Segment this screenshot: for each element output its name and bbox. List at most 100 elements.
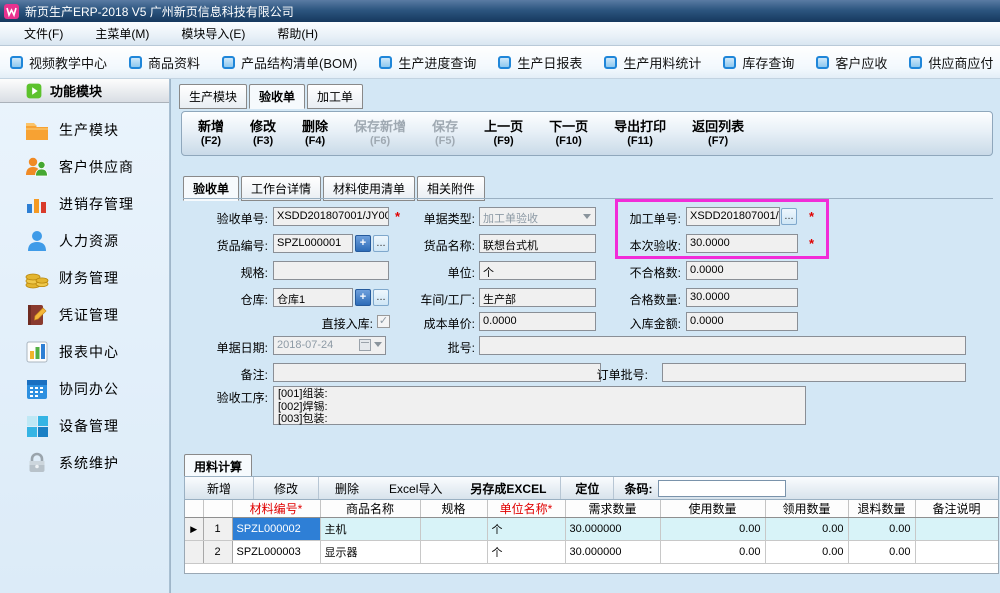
warehouse-add-button[interactable]: +	[355, 289, 371, 306]
row-marker-cell[interactable]	[185, 541, 203, 564]
acceptance-process-textarea[interactable]: [001]组装: [002]焊锡: [003]包装:	[273, 386, 806, 425]
used-qty-cell[interactable]: 0.00	[660, 541, 765, 564]
product-name-cell[interactable]: 显示器	[320, 541, 420, 564]
order-batch-no-field[interactable]	[662, 363, 966, 382]
export-print-button[interactable]: 导出打印(F11)	[614, 119, 666, 149]
menu-module-import[interactable]: 模块导入(E)	[165, 22, 261, 45]
sidebar-item-hr[interactable]: 人力资源	[0, 222, 169, 259]
spec-cell[interactable]	[420, 541, 487, 564]
col-product-name[interactable]: 商品名称	[320, 500, 420, 518]
row-marker-cell[interactable]: ▶	[185, 518, 203, 541]
current-acceptance-field[interactable]: 30.0000	[686, 234, 798, 253]
action-toolbar: 新增(F2) 修改(F3) 删除(F4) 保存新增(F6) 保存(F5) 上一页…	[181, 111, 993, 156]
sidebar-item-system[interactable]: 系统维护	[0, 444, 169, 481]
qualified-qty-field[interactable]: 30.0000	[686, 288, 798, 307]
tab-process-order[interactable]: 加工单	[307, 84, 363, 109]
workshop-label: 车间/工厂:	[371, 291, 475, 308]
unit-cell[interactable]: 个	[487, 541, 565, 564]
calendar-picker-icon[interactable]	[359, 339, 371, 351]
materials-delete-button[interactable]: 删除	[319, 477, 375, 499]
storage-amount-label: 入库金额:	[571, 315, 681, 332]
col-issued-qty[interactable]: 领用数量	[765, 500, 848, 518]
process-order-lookup-button[interactable]: ...	[781, 208, 797, 225]
col-returned-qty[interactable]: 退料数量	[848, 500, 915, 518]
batch-no-field[interactable]	[479, 336, 966, 355]
sidebar-header[interactable]: 功能模块	[0, 79, 169, 103]
quick-daily-report[interactable]: 生产日报表	[498, 53, 582, 72]
menu-file[interactable]: 文件(F)	[8, 22, 79, 45]
edit-button[interactable]: 修改(F3)	[250, 119, 276, 149]
col-unit-name[interactable]: 单位名称*	[487, 500, 565, 518]
quick-payable[interactable]: 供应商应付	[909, 53, 993, 72]
quick-progress-query[interactable]: 生产进度查询	[379, 53, 476, 72]
sidebar-item-reports[interactable]: 报表中心	[0, 333, 169, 370]
quick-stock-query[interactable]: 库存查询	[723, 53, 794, 72]
save-button: 保存(F5)	[432, 119, 458, 149]
menu-main[interactable]: 主菜单(M)	[79, 22, 165, 45]
table-row[interactable]: 2 SPZL000003 显示器 个 30.000000 0.00 0.00 0…	[185, 541, 998, 564]
materials-save-excel-button[interactable]: 另存成EXCEL	[456, 477, 561, 499]
row-number-cell[interactable]: 1	[203, 518, 232, 541]
materials-locate-button[interactable]: 定位	[561, 477, 614, 499]
tab-production-module[interactable]: 生产模块	[179, 84, 247, 109]
next-page-button[interactable]: 下一页(F10)	[549, 119, 588, 149]
back-to-list-button[interactable]: 返回列表(F7)	[692, 119, 744, 149]
spec-label: 规格:	[171, 264, 268, 281]
required-qty-cell[interactable]: 30.000000	[565, 518, 660, 541]
sidebar-item-customers-suppliers[interactable]: 客户供应商	[0, 148, 169, 185]
materials-add-button[interactable]: 新增	[185, 477, 254, 499]
item-add-button[interactable]: +	[355, 235, 371, 252]
storage-amount-field[interactable]: 0.0000	[686, 312, 798, 331]
sidebar-item-production[interactable]: 生产模块	[0, 111, 169, 148]
quick-video-center[interactable]: 视频教学中心	[10, 53, 107, 72]
sidebar-item-voucher[interactable]: 凭证管理	[0, 296, 169, 333]
materials-excel-import-button[interactable]: Excel导入	[375, 477, 456, 499]
quick-product-data[interactable]: 商品资料	[129, 53, 200, 72]
col-remark[interactable]: 备注说明	[915, 500, 998, 518]
col-required-qty[interactable]: 需求数量	[565, 500, 660, 518]
barcode-input[interactable]	[658, 480, 786, 497]
table-row[interactable]: ▶ 1 SPZL000002 主机 个 30.000000 0.00 0.00 …	[185, 518, 998, 541]
remark-cell[interactable]	[915, 518, 998, 541]
sidebar-item-finance[interactable]: 财务管理	[0, 259, 169, 296]
col-material-code[interactable]: 材料编号*	[232, 500, 320, 518]
sidebar-item-office[interactable]: 协同办公	[0, 370, 169, 407]
add-button[interactable]: 新增(F2)	[198, 119, 224, 149]
returned-qty-cell[interactable]: 0.00	[848, 541, 915, 564]
warehouse-field[interactable]: 仓库1	[273, 288, 353, 307]
quick-receivable[interactable]: 客户应收	[816, 53, 887, 72]
quick-material-stats[interactable]: 生产用料统计	[604, 53, 701, 72]
quick-bom[interactable]: 产品结构清单(BOM)	[222, 53, 357, 72]
remark-cell[interactable]	[915, 541, 998, 564]
product-name-cell[interactable]: 主机	[320, 518, 420, 541]
item-code-field[interactable]: SPZL000001	[273, 234, 353, 253]
required-qty-cell[interactable]: 30.000000	[565, 541, 660, 564]
delete-button[interactable]: 删除(F4)	[302, 119, 328, 149]
sidebar-item-equipment[interactable]: 设备管理	[0, 407, 169, 444]
prev-page-button[interactable]: 上一页(F9)	[484, 119, 523, 149]
tab-acceptance-order[interactable]: 验收单	[249, 84, 305, 109]
unit-cell[interactable]: 个	[487, 518, 565, 541]
menu-help[interactable]: 帮助(H)	[261, 22, 334, 45]
sidebar-item-inventory[interactable]: 进销存管理	[0, 185, 169, 222]
material-code-cell[interactable]: SPZL000002	[232, 518, 320, 541]
process-order-no-field[interactable]: XSDD201807001/JG(	[686, 207, 780, 226]
blue-square-icon	[129, 56, 142, 69]
qualified-qty-label: 合格数量:	[571, 291, 681, 308]
materials-edit-button[interactable]: 修改	[254, 477, 319, 499]
issued-qty-cell[interactable]: 0.00	[765, 541, 848, 564]
unqualified-qty-label: 不合格数:	[571, 264, 681, 281]
col-used-qty[interactable]: 使用数量	[660, 500, 765, 518]
unqualified-qty-field[interactable]: 0.0000	[686, 261, 798, 280]
report-chart-icon	[24, 339, 50, 365]
coins-icon	[24, 265, 50, 291]
col-spec[interactable]: 规格	[420, 500, 487, 518]
barcode-label: 条码:	[624, 480, 652, 497]
issued-qty-cell[interactable]: 0.00	[765, 518, 848, 541]
row-number-cell[interactable]: 2	[203, 541, 232, 564]
returned-qty-cell[interactable]: 0.00	[848, 518, 915, 541]
used-qty-cell[interactable]: 0.00	[660, 518, 765, 541]
title-bar: 新页生产ERP-2018 V5 广州新页信息科技有限公司	[0, 0, 1000, 22]
material-code-cell[interactable]: SPZL000003	[232, 541, 320, 564]
spec-cell[interactable]	[420, 518, 487, 541]
